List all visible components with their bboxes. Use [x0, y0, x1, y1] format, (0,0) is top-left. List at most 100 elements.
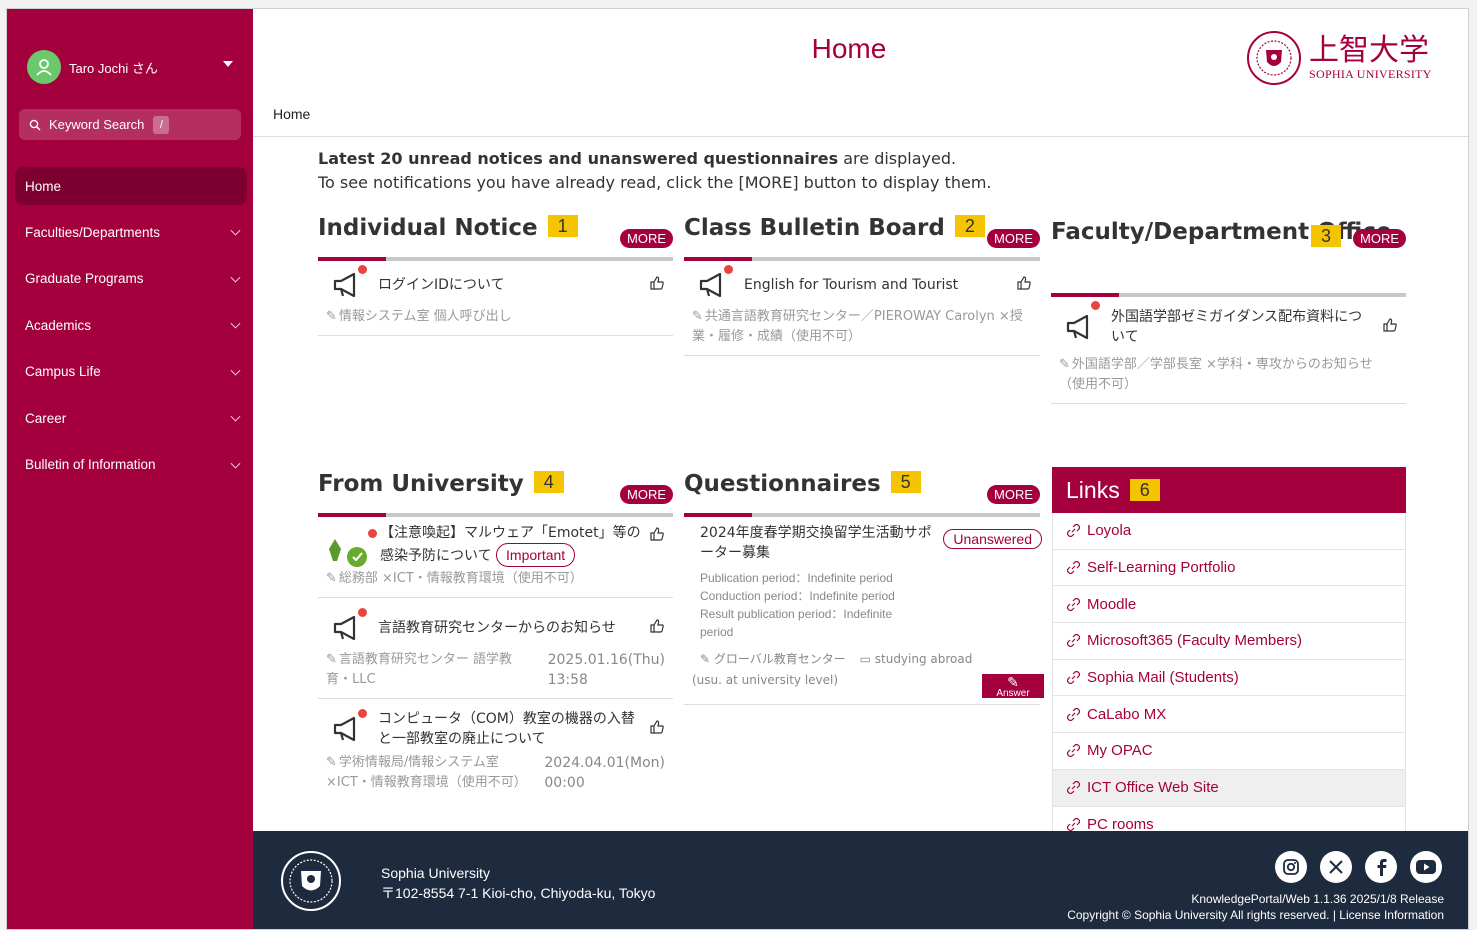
panel-links: Links 6 Loyola Self-Learning Portfolio Mo…	[1052, 467, 1406, 831]
instagram-icon[interactable]	[1275, 851, 1307, 883]
count-badge: 5	[890, 471, 921, 493]
unread-dot	[358, 709, 367, 718]
item-title: 外国語学部ゼミガイダンス配布資料について	[1111, 309, 1363, 345]
sidebar-item-career[interactable]: Career	[15, 395, 247, 442]
more-button[interactable]: MORE	[1353, 229, 1406, 248]
list-item[interactable]: コンピュータ（COM）教室の機器の入替と一部教室の廃止について ✎ 学術情報局/情…	[318, 699, 673, 801]
item-meta: ✎ 学術情報局/情報システム室 ×ICT・情報教育環境（使用不可）	[326, 755, 527, 790]
intro-bold: Latest 20 unread notices and unanswered …	[318, 149, 839, 168]
item-date: 2025.01.16(Thu) 13:58	[547, 652, 665, 688]
university-logo[interactable]: 上智大学 SOPHIA UNIVERSITY	[1247, 31, 1432, 85]
link-microsoft365[interactable]: Microsoft365 (Faculty Members)	[1053, 623, 1405, 660]
thumbs-up-icon[interactable]	[649, 275, 665, 295]
sidebar-item-label: Academics	[25, 317, 92, 333]
list-item[interactable]: ログインIDについて ✎ 情報システム室 個人呼び出し	[318, 261, 673, 336]
facebook-icon[interactable]	[1365, 851, 1397, 883]
unread-dot	[358, 265, 367, 274]
sidebar-item-graduate[interactable]: Graduate Programs	[15, 256, 247, 303]
list-item[interactable]: English for Tourism and Tourist ✎ 共通言語教育研…	[684, 261, 1040, 356]
thumbs-up-icon[interactable]	[1016, 275, 1032, 295]
link-icon	[1067, 707, 1080, 721]
link-my-opac[interactable]: My OPAC	[1053, 733, 1405, 770]
youtube-icon[interactable]	[1410, 851, 1442, 883]
sidebar-item-label: Bulletin of Information	[25, 457, 156, 473]
chevron-down-icon	[230, 365, 241, 376]
item-meta: ✎ 総務部 ×ICT・情報教育環境（使用不可）	[326, 571, 583, 586]
link-pc-rooms[interactable]: PC rooms	[1053, 807, 1405, 831]
unread-dot	[358, 608, 367, 617]
search-label: Keyword Search	[49, 117, 145, 132]
link-calabo-mx[interactable]: CaLabo MX	[1053, 696, 1405, 734]
thumbs-up-icon[interactable]	[649, 526, 665, 546]
list-item[interactable]: 【注意喚起】マルウェア「Emotet」等の感染予防について Important …	[318, 517, 673, 598]
sidebar-item-academics[interactable]: Academics	[15, 302, 247, 349]
link-icon	[1067, 671, 1080, 685]
sidebar-item-label: Career	[25, 410, 67, 426]
list-item[interactable]: 言語教育研究センターからのお知らせ ✎ 言語教育研究センター 語学教育・LLC 2…	[318, 598, 673, 699]
item-title: 言語教育研究センターからのお知らせ	[378, 620, 616, 636]
megaphone-icon	[1065, 301, 1100, 341]
chevron-down-icon	[230, 411, 241, 422]
more-button[interactable]: MORE	[987, 229, 1040, 248]
link-self-learning-portfolio[interactable]: Self-Learning Portfolio	[1053, 550, 1405, 587]
panel-title: Questionnaires	[684, 471, 881, 497]
seal-icon	[281, 851, 341, 911]
social-icons	[1275, 851, 1442, 883]
link-icon	[1067, 597, 1080, 611]
link-moodle[interactable]: Moodle	[1053, 586, 1405, 624]
link-loyola[interactable]: Loyola	[1053, 513, 1405, 550]
thumbs-up-icon[interactable]	[649, 618, 665, 638]
logo-jp: 上智大学	[1309, 32, 1429, 68]
link-icon	[1067, 744, 1080, 758]
footer-release: KnowledgePortal/Web 1.1.36 2025/1/8 Rele…	[1067, 891, 1444, 923]
item-meta: ✎ 共通言語教育研究センター／PIEROWAY Carolyn ×授業・履修・成績…	[692, 309, 1023, 344]
thumbs-up-icon[interactable]	[649, 719, 665, 739]
sidebar-item-faculties[interactable]: Faculties/Departments	[15, 209, 247, 256]
count-badge: 6	[1129, 479, 1160, 501]
unread-dot	[724, 265, 733, 274]
intro-rest: are displayed.	[838, 149, 957, 168]
sidebar-item-campus-life[interactable]: Campus Life	[15, 349, 247, 396]
more-button[interactable]: MORE	[620, 485, 673, 504]
more-button[interactable]: MORE	[620, 229, 673, 248]
sidebar-item-label: Campus Life	[25, 364, 101, 380]
x-icon[interactable]	[1320, 851, 1352, 883]
questionnaire-item[interactable]: 2024年度春学期交換留学生活動サポーター募集 Unanswered Publi…	[684, 517, 1044, 705]
answer-label: Answer	[996, 688, 1030, 698]
copyright[interactable]: Copyright © Sophia University All rights…	[1067, 907, 1444, 923]
pencil-icon: ✎	[1007, 674, 1019, 690]
intro-text: Latest 20 unread notices and unanswered …	[318, 147, 992, 195]
item-title: English for Tourism and Tourist	[744, 277, 959, 293]
megaphone-icon	[332, 265, 367, 299]
megaphone-icon	[698, 265, 733, 299]
footer-address-line: 〒102-8554 7-1 Kioi-cho, Chiyoda-ku, Toky…	[381, 885, 656, 901]
unread-dot	[368, 529, 377, 538]
link-sophia-mail[interactable]: Sophia Mail (Students)	[1053, 660, 1405, 697]
link-icon	[1067, 781, 1080, 795]
sidebar-item-label: Home	[25, 178, 62, 194]
more-button[interactable]: MORE	[987, 485, 1040, 504]
item-title: ログインIDについて	[378, 277, 505, 293]
link-ict-office[interactable]: ICT Office Web Site	[1053, 769, 1405, 807]
chevron-down-icon	[230, 458, 241, 469]
count-badge: 1	[547, 215, 578, 237]
search-shortcut: /	[153, 115, 170, 134]
person-icon	[36, 59, 52, 76]
link-icon	[1067, 524, 1080, 538]
panel-questionnaires: Questionnaires 5 MORE 2024年度春学期交換留学生活動サポー…	[684, 471, 1044, 705]
sidebar-item-home[interactable]: Home	[15, 167, 247, 205]
list-item[interactable]: 外国語学部ゼミガイダンス配布資料について ✎ 外国語学部／学部長室 ×学科・専攻か…	[1051, 297, 1406, 404]
item-title: 2024年度春学期交換留学生活動サポーター募集	[700, 525, 932, 561]
answer-button[interactable]: ✎ Answer	[982, 674, 1044, 698]
caret-down-icon[interactable]	[223, 61, 233, 67]
breadcrumb[interactable]: Home	[273, 106, 310, 122]
unread-dot	[1091, 301, 1100, 310]
user-menu[interactable]: Taro Jochi さん	[27, 49, 239, 85]
keyword-search[interactable]: Keyword Search /	[19, 109, 241, 140]
megaphone-icon	[332, 608, 367, 642]
avatar	[27, 50, 61, 84]
search-icon	[29, 119, 41, 130]
link-icon	[1067, 634, 1080, 648]
sidebar-item-bulletin[interactable]: Bulletin of Information	[15, 442, 247, 489]
thumbs-up-icon[interactable]	[1382, 317, 1398, 337]
